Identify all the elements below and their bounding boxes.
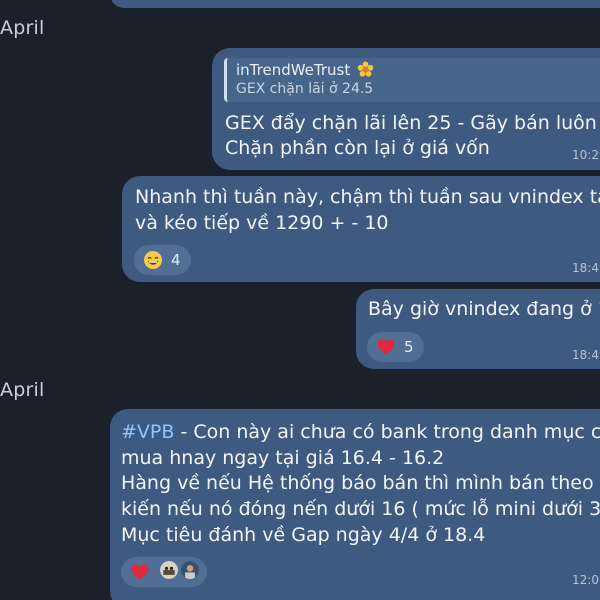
heart-icon [377, 339, 395, 355]
message-bubble[interactable]: Bây giờ vnindex đang ở 12 5 18:49 [356, 289, 600, 369]
previous-message-bubble[interactable] [110, 0, 600, 8]
message-time: 12:07 [572, 573, 600, 587]
message-bubble[interactable]: Nhanh thì tuần này, chậm thì tuần sau vn… [122, 176, 600, 282]
message-bubble[interactable]: inTrendWeTrust GEX chặn lãi ở 24.5 GEX đ… [212, 48, 600, 170]
message-line: Mục tiêu đánh về Gap ngày 4/4 ở 18.4 [121, 524, 486, 546]
message-time: 10:29 [572, 148, 600, 162]
reaction-chip[interactable]: 4 [134, 245, 191, 275]
quote-text: GEX chặn lãi ở 24.5 [236, 81, 374, 97]
message-line: mua hnay ngay tại giá 16.4 - 16.2 [121, 447, 445, 469]
message-line: Chặn phần còn lại ở giá vốn [225, 137, 490, 159]
heart-icon [131, 564, 149, 580]
flower-icon [357, 61, 374, 77]
message-line: kiến nếu nó đóng nến dưới 16 ( mức lỗ mi… [121, 498, 600, 520]
reaction-chip[interactable] [121, 557, 208, 587]
message-line: và kéo tiếp về 1290 + - 10 [135, 212, 389, 234]
message-line: Bây giờ vnindex đang ở 12 [368, 298, 600, 320]
message-line: GEX đẩy chặn lãi lên 25 - Gãy bán luôn 5… [225, 112, 600, 134]
message-time: 18:49 [572, 261, 600, 275]
message-line: #VPB - Con này ai chưa có bank trong dan… [121, 421, 600, 443]
date-separator: April [0, 379, 45, 401]
grinning-face-icon [144, 251, 162, 269]
hashtag-link[interactable]: #VPB [121, 421, 174, 443]
reaction-count: 5 [404, 338, 414, 356]
quote-author: inTrendWeTrust [236, 61, 351, 79]
chat-view: April inTrendWeTrust GEX chặn lãi ở 24.5… [0, 0, 600, 600]
reaction-chip[interactable]: 5 [367, 332, 424, 362]
reply-quote[interactable]: inTrendWeTrust GEX chặn lãi ở 24.5 [224, 58, 600, 102]
message-bubble[interactable]: #VPB - Con này ai chưa có bank trong dan… [110, 409, 600, 600]
message-time: 18:49 [572, 348, 600, 362]
date-separator: April [0, 17, 45, 39]
avatar [179, 559, 202, 581]
message-line: Hàng về nếu Hệ thống báo bán thì mình bá… [121, 472, 600, 494]
reaction-count: 4 [171, 251, 181, 269]
message-line: Nhanh thì tuần này, chậm thì tuần sau vn… [135, 186, 600, 208]
avatar [158, 559, 180, 581]
